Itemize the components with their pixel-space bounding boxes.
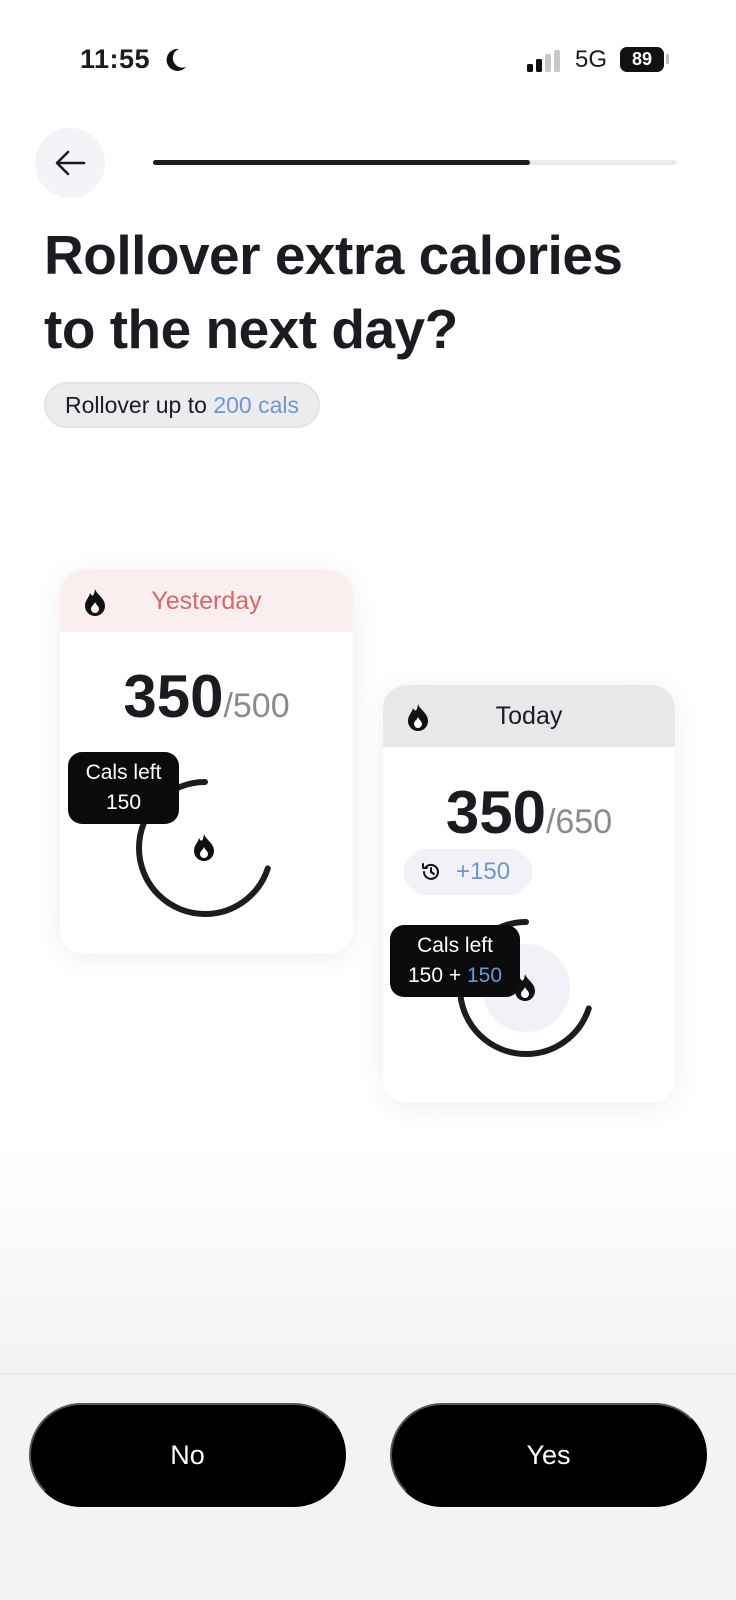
today-tooltip-rollover: 150: [466, 964, 503, 987]
bottom-divider: [0, 1373, 736, 1375]
back-button[interactable]: [35, 128, 105, 198]
today-calories: 350/650: [383, 778, 675, 847]
battery-indicator: 89: [620, 47, 664, 72]
rollover-badge: +150: [404, 849, 532, 895]
onboarding-progress-bar: [153, 160, 677, 165]
title-line-1: Rollover extra calories: [44, 224, 623, 286]
rollover-pill-prefix: Rollover up to: [65, 392, 214, 418]
moon-icon: [166, 48, 186, 71]
today-card: Today 350/650 +150 Cals left 150 + 150: [383, 685, 675, 1103]
yesterday-tooltip-value: 150: [105, 791, 142, 814]
network-type: 5G: [575, 46, 608, 73]
rollover-badge-value: +150: [456, 858, 511, 885]
yesterday-card: Yesterday 350/500 Cals left 150: [60, 570, 353, 954]
yesterday-label: Yesterday: [151, 587, 262, 615]
title-line-2: to the next day?: [44, 298, 458, 360]
yesterday-cals-left-tooltip: Cals left 150: [68, 752, 179, 824]
yesterday-calories: 350/500: [60, 662, 353, 731]
today-goal: /650: [545, 803, 613, 841]
rollover-limit-pill: Rollover up to 200 cals: [44, 382, 320, 428]
today-tooltip-title: Cals left: [417, 934, 493, 957]
today-cals-left-tooltip: Cals left 150 + 150: [390, 925, 520, 997]
status-time: 11:55: [80, 44, 151, 74]
history-icon: [422, 863, 439, 880]
arrow-left-icon: [55, 150, 86, 176]
yesterday-consumed: 350: [123, 663, 224, 730]
page-title: Rollover extra calories to the next day?: [44, 218, 704, 366]
yesterday-tooltip-title: Cals left: [85, 761, 162, 784]
rollover-pill-value: 200 cals: [213, 392, 299, 418]
battery-nub: [666, 54, 669, 64]
no-button[interactable]: No: [29, 1403, 346, 1507]
today-tooltip-base: 150: [407, 964, 444, 987]
today-card-header: Today: [383, 685, 675, 747]
yesterday-card-header: Yesterday: [60, 570, 353, 632]
today-tooltip-plus: +: [443, 964, 467, 987]
yesterday-goal: /500: [223, 687, 290, 725]
onboarding-progress-fill: [153, 160, 531, 165]
status-bar: 11:55 5G 89: [0, 0, 736, 110]
today-label: Today: [495, 702, 563, 730]
today-consumed: 350: [445, 779, 546, 846]
today-tooltip-value: 150 + 150: [390, 961, 520, 991]
yes-button[interactable]: Yes: [390, 1403, 707, 1507]
signal-icon: [527, 50, 560, 72]
